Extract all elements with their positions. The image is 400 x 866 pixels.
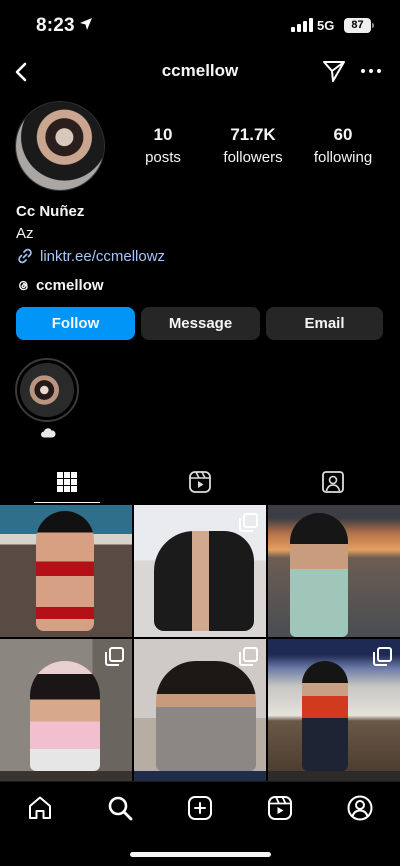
grid-icon [56,472,77,492]
post-grid-next-row [0,771,400,781]
tab-posts-grid[interactable] [0,460,133,504]
threads-handle: ccmellow [36,277,104,294]
stat-posts[interactable]: 10 posts [118,125,208,166]
home-indicator[interactable] [130,852,271,857]
stat-label: followers [223,149,283,166]
location-arrow-icon [80,18,92,30]
post-thumbnail-partial[interactable] [268,771,400,781]
post-thumbnail-partial[interactable] [0,771,132,781]
carousel-icon [239,513,258,532]
stat-value: 10 [153,125,173,144]
profile-stats: 10 posts 71.7K followers 60 following [118,125,388,166]
tab-reels[interactable] [133,460,266,504]
story-highlight[interactable] [15,358,79,422]
display-name: Cc Nuñez [16,203,85,220]
search-icon[interactable] [106,794,134,822]
post-thumbnail[interactable] [0,505,132,637]
stat-value: 60 [333,125,353,144]
post-subject [36,511,94,631]
post-thumbnail-partial[interactable] [134,771,266,781]
post-thumbnail[interactable] [134,505,266,637]
post-grid [0,505,400,771]
post-subject [290,513,348,637]
stat-label: posts [145,149,181,166]
stat-value: 71.7K [230,125,276,144]
carousel-icon [373,647,392,666]
active-tab-indicator [34,502,100,503]
tab-tagged[interactable] [266,460,399,504]
status-time: 8:23 [36,15,75,36]
stat-label: following [313,149,373,166]
follow-button[interactable]: Follow [16,307,135,340]
reels-icon[interactable] [266,794,294,822]
highlight-cover [20,363,74,417]
link-icon [18,248,32,264]
post-thumbnail[interactable] [0,639,132,771]
message-button[interactable]: Message [141,307,260,340]
bio-link-text[interactable]: linktr.ee/ccmellowz [40,248,165,265]
create-icon[interactable] [186,794,214,822]
cloud-icon [41,428,56,438]
post-subject [30,661,100,771]
bio: Cc Nuñez Az [16,203,386,242]
post-subject [302,661,348,771]
carousel-icon [239,647,258,666]
threads-icon [19,280,28,291]
post-subject [156,661,256,771]
profile-header: ccmellow [0,52,400,92]
threads-badge[interactable]: ccmellow [16,277,104,294]
bio-link[interactable]: linktr.ee/ccmellowz [16,247,165,265]
cellular-signal-icon [291,18,313,32]
post-thumbnail[interactable] [268,639,400,771]
post-thumbnail[interactable] [268,505,400,637]
stat-following[interactable]: 60 following [298,125,388,166]
reels-icon [188,471,211,493]
send-icon[interactable] [321,58,347,84]
post-subject [154,531,254,631]
battery-icon: 87 [344,18,374,33]
email-button[interactable]: Email [266,307,383,340]
avatar[interactable] [16,102,104,190]
carousel-icon [105,647,124,666]
profile-icon[interactable] [346,794,374,822]
post-thumbnail[interactable] [134,639,266,771]
bio-text: Az [16,225,34,242]
more-options-icon[interactable] [360,60,382,82]
tagged-icon [321,471,344,493]
network-type: 5G [317,18,335,33]
stat-followers[interactable]: 71.7K followers [208,125,298,166]
profile-tabs [0,460,400,504]
status-bar: 8:23 5G 87 [0,0,400,50]
home-icon[interactable] [26,794,54,822]
